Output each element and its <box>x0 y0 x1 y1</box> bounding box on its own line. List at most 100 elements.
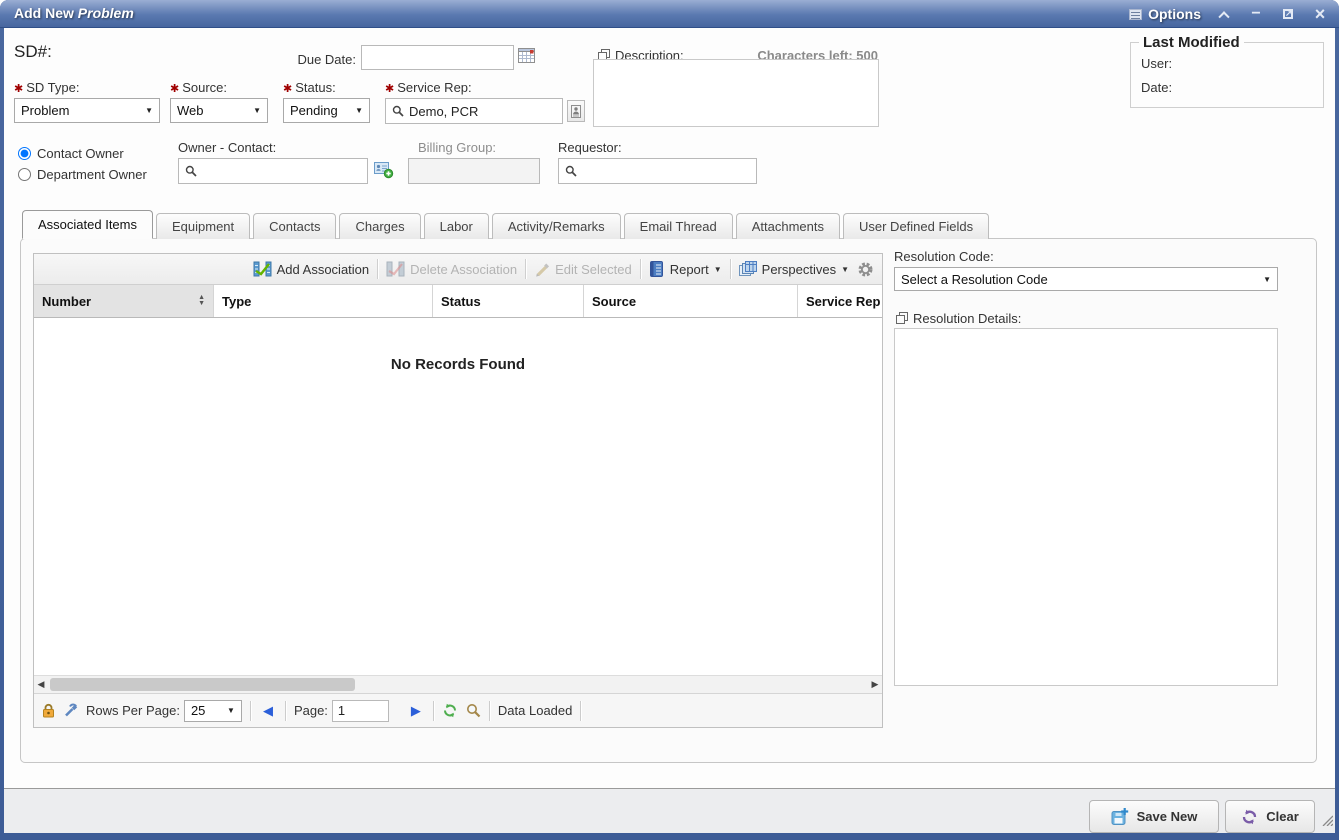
service-rep-detail-button[interactable] <box>567 100 585 122</box>
footer-bar: Save New Clear <box>4 788 1335 833</box>
collapse-button[interactable] <box>1215 5 1233 23</box>
lock-button[interactable] <box>42 703 55 718</box>
report-button[interactable]: Report ▼ <box>649 261 722 277</box>
tab-attachments[interactable]: Attachments <box>736 213 840 239</box>
requestor-input[interactable] <box>558 158 757 184</box>
tab-email-thread[interactable]: Email Thread <box>624 213 733 239</box>
contact-owner-label: Contact Owner <box>37 146 124 161</box>
department-owner-radio-row: Department Owner <box>18 167 147 182</box>
sd-type-select[interactable]: Problem▼ <box>14 98 160 123</box>
chevron-down-icon: ▼ <box>227 706 235 715</box>
tab-activity-remarks[interactable]: Activity/Remarks <box>492 213 621 239</box>
requestor-label: Requestor: <box>558 140 622 155</box>
resolution-details-textarea[interactable] <box>894 328 1278 686</box>
add-association-icon <box>253 261 272 277</box>
toolbar-separator <box>640 259 641 279</box>
add-association-button[interactable]: Add Association <box>253 261 370 277</box>
scroll-left-arrow[interactable]: ◀ <box>34 676 48 693</box>
grid-search-button[interactable] <box>466 703 481 718</box>
delete-association-button[interactable]: Delete Association <box>386 261 517 277</box>
resolution-code-select[interactable]: Select a Resolution Code▼ <box>894 267 1278 291</box>
associations-grid: Add Association Delete Association <box>33 253 883 728</box>
close-button[interactable]: × <box>1311 5 1329 23</box>
column-header-service-rep[interactable]: Service Rep <box>798 285 882 317</box>
perspectives-icon <box>739 261 757 277</box>
tab-charges[interactable]: Charges <box>339 213 420 239</box>
service-rep-value: Demo, PCR <box>409 104 478 119</box>
owner-contact-label: Owner - Contact: <box>178 140 276 155</box>
pager-separator <box>580 701 581 721</box>
resolution-details-popout-icon[interactable] <box>896 311 908 329</box>
options-button[interactable]: Options <box>1129 6 1201 22</box>
previous-page-button[interactable]: ◀ <box>259 703 277 719</box>
column-header-type[interactable]: Type <box>214 285 433 317</box>
chevron-down-icon: ▼ <box>145 106 153 115</box>
chevron-down-icon: ▼ <box>355 106 363 115</box>
tab-user-defined-fields[interactable]: User Defined Fields <box>843 213 989 239</box>
next-page-button[interactable]: ▶ <box>407 703 425 719</box>
last-modified-user-label: User: <box>1141 56 1172 71</box>
department-owner-radio[interactable] <box>18 168 31 181</box>
chevron-down-icon: ▼ <box>253 106 261 115</box>
scroll-right-arrow[interactable]: ▶ <box>868 676 882 693</box>
due-date-calendar-button[interactable] <box>518 47 536 69</box>
owner-contact-input[interactable] <box>178 158 368 184</box>
perspectives-button[interactable]: Perspectives ▼ <box>739 261 849 277</box>
column-header-source[interactable]: Source <box>584 285 798 317</box>
due-date-input[interactable] <box>361 45 514 70</box>
edit-selected-button[interactable]: Edit Selected <box>534 262 632 277</box>
popout-icon <box>1283 9 1293 19</box>
calendar-icon <box>518 47 536 64</box>
service-rep-input[interactable]: Demo, PCR <box>385 98 563 124</box>
resize-grip[interactable] <box>1320 813 1333 831</box>
tab-equipment[interactable]: Equipment <box>156 213 250 239</box>
status-select[interactable]: Pending▼ <box>283 98 370 123</box>
save-new-button[interactable]: Save New <box>1089 800 1219 833</box>
pencil-icon <box>534 262 550 277</box>
magnifier-icon <box>466 703 481 718</box>
column-header-status[interactable]: Status <box>433 285 584 317</box>
rows-per-page-select[interactable]: 25▼ <box>184 700 242 722</box>
popout-button[interactable] <box>1279 5 1297 23</box>
clear-button[interactable]: Clear <box>1225 800 1315 833</box>
toolbar-separator <box>730 259 731 279</box>
source-label: ✱Source: <box>170 80 227 95</box>
status-label: ✱Status: <box>283 80 336 95</box>
tab-associated-items[interactable]: Associated Items <box>22 210 153 239</box>
sd-type-label: ✱SD Type: <box>14 80 79 95</box>
person-badge-icon <box>571 105 581 118</box>
search-icon <box>185 165 197 177</box>
add-contact-card-icon <box>374 161 394 179</box>
horizontal-scrollbar[interactable]: ◀ ▶ <box>34 675 882 693</box>
pager-separator <box>285 701 286 721</box>
toolbar-separator <box>377 259 378 279</box>
page-number-input[interactable] <box>332 700 389 722</box>
department-owner-label: Department Owner <box>37 167 147 182</box>
wrench-icon <box>63 703 78 718</box>
refresh-button[interactable] <box>442 703 458 718</box>
minimize-button[interactable]: − <box>1247 5 1265 23</box>
resolution-details-label: Resolution Details: <box>913 311 1021 326</box>
grid-toolbar: Add Association Delete Association <box>34 254 882 285</box>
description-textarea[interactable] <box>593 59 879 127</box>
gear-icon <box>857 261 874 278</box>
service-rep-label: ✱Service Rep: <box>385 80 472 95</box>
tab-strip: Associated Items Equipment Contacts Char… <box>22 210 989 239</box>
chevron-up-icon <box>1218 11 1229 22</box>
contact-owner-radio[interactable] <box>18 147 31 160</box>
tab-labor[interactable]: Labor <box>424 213 489 239</box>
billing-group-input <box>408 158 540 184</box>
grid-settings-button[interactable] <box>857 261 874 278</box>
grid-body: No Records Found <box>34 318 882 675</box>
dialog-content: SD#: Due Date: Description: Characters l… <box>4 28 1335 833</box>
scrollbar-thumb[interactable] <box>50 678 355 691</box>
source-select[interactable]: Web▼ <box>170 98 268 123</box>
tab-contacts[interactable]: Contacts <box>253 213 336 239</box>
column-header-number[interactable]: Number ▲▼ <box>34 285 214 317</box>
titlebar[interactable]: Add New Problem Options − × <box>0 0 1339 28</box>
sort-icon[interactable]: ▲▼ <box>198 295 205 307</box>
add-contact-button[interactable] <box>374 161 394 184</box>
customize-button[interactable] <box>63 703 78 718</box>
last-modified-group: Last Modified User: Date: <box>1130 42 1324 108</box>
chevron-down-icon: ▼ <box>1263 275 1271 284</box>
